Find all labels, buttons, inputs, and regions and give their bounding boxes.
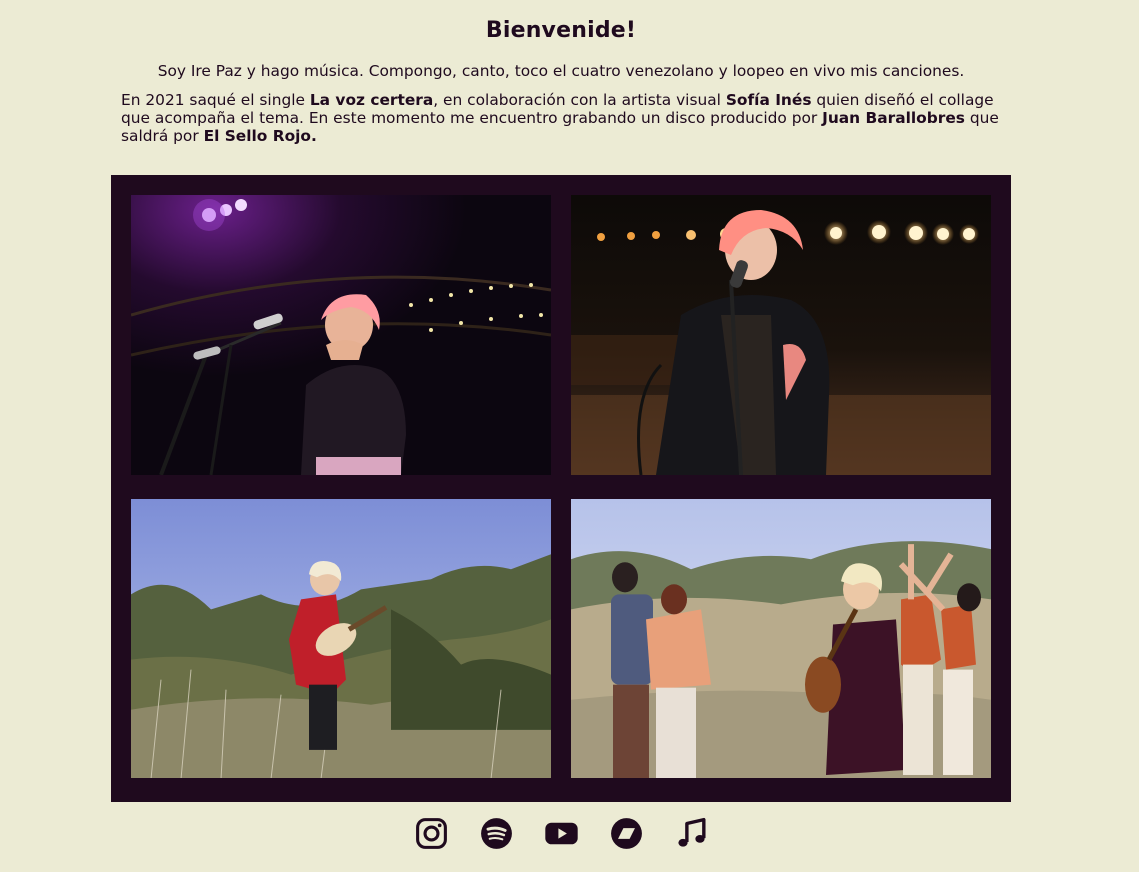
music-note-icon	[677, 817, 706, 847]
gallery-photo-stage-purple	[131, 195, 551, 475]
spotify-link[interactable]	[478, 815, 515, 852]
intro-text: Soy Ire Paz y hago música. Compongo, can…	[157, 62, 965, 80]
photo-gallery	[111, 175, 1011, 802]
page-title: Bienvenide!	[485, 18, 637, 43]
youtube-link[interactable]	[543, 815, 580, 852]
single-title: La voz certera	[309, 91, 434, 109]
bio-text-part: En 2021 saqué el single	[121, 91, 310, 109]
bio-text-part: , en colaboración con la artista visual	[433, 91, 726, 109]
bio-text: En 2021 saqué el single La voz certera, …	[121, 91, 1005, 145]
bandcamp-icon	[610, 818, 642, 849]
instagram-icon	[415, 818, 447, 849]
youtube-icon	[544, 822, 578, 845]
spotify-icon	[480, 818, 512, 849]
gallery-photo-field-dancers	[571, 499, 991, 778]
social-links	[0, 815, 1122, 855]
instagram-link[interactable]	[413, 815, 450, 852]
gallery-photo-field-red-jacket	[131, 499, 551, 778]
producer-name: Juan Barallobres	[822, 109, 965, 127]
music-link[interactable]	[673, 815, 710, 852]
record-label-name: El Sello Rojo.	[203, 127, 317, 145]
bandcamp-link[interactable]	[608, 815, 645, 852]
gallery-photo-stage-warm	[571, 195, 991, 475]
artist-name: Sofía Inés	[725, 91, 812, 109]
